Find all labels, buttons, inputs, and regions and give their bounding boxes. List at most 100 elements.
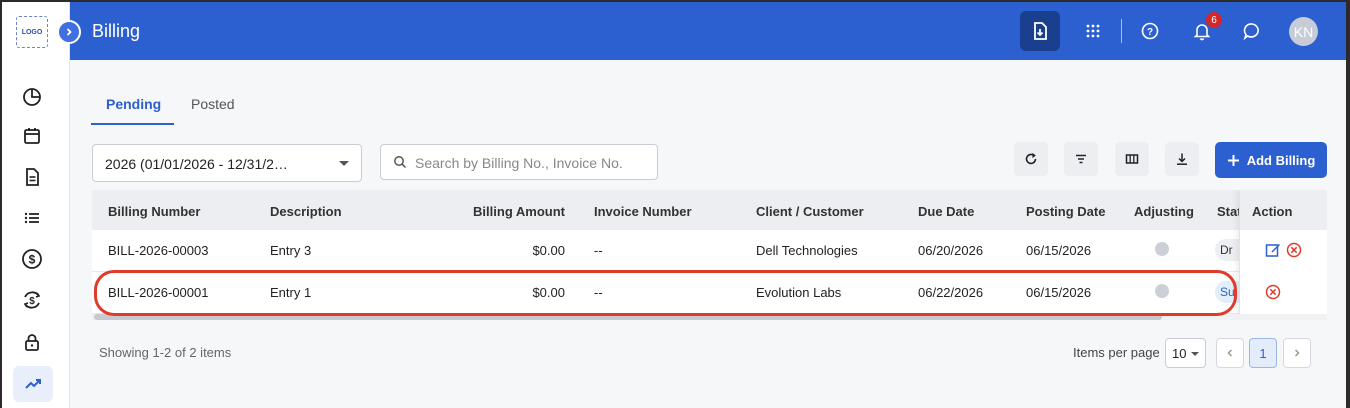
sidebar-item-exchange[interactable]: $ [20, 288, 44, 312]
column-header-due-date[interactable]: Due Date [918, 204, 974, 219]
next-page-button[interactable] [1283, 338, 1311, 368]
refresh-button[interactable] [1014, 142, 1048, 176]
cell-client: Dell Technologies [756, 243, 858, 258]
dollar-circle-icon: $ [22, 249, 42, 269]
sidebar-item-documents[interactable] [20, 165, 44, 189]
items-per-page-label: Items per page [1073, 345, 1160, 360]
add-billing-button[interactable]: Add Billing [1215, 142, 1327, 178]
document-icon [26, 168, 39, 186]
column-header-billing-number[interactable]: Billing Number [108, 204, 200, 219]
cell-billing-amount: $0.00 [532, 243, 565, 258]
sidebar-item-list[interactable] [20, 206, 44, 230]
sidebar-item-dashboard[interactable] [20, 85, 44, 109]
column-header-posting-date[interactable]: Posting Date [1026, 204, 1105, 219]
chat-button[interactable] [1232, 11, 1272, 51]
column-header-description[interactable]: Description [270, 204, 342, 219]
cancel-icon[interactable] [1286, 242, 1302, 258]
export-file-button[interactable] [1020, 11, 1060, 51]
page-button-current[interactable]: 1 [1249, 338, 1277, 368]
sidebar-item-calendar[interactable] [20, 124, 44, 148]
column-header-invoice-number[interactable]: Invoice Number [594, 204, 692, 219]
chat-bubble-icon [1243, 23, 1259, 41]
prev-page-button[interactable] [1216, 338, 1244, 368]
lock-icon [25, 334, 39, 351]
tab-pending[interactable]: Pending [106, 96, 161, 112]
help-button[interactable]: ? [1130, 11, 1170, 51]
adjusting-indicator [1155, 284, 1169, 298]
cell-invoice-number: -- [594, 243, 603, 258]
billing-table: Billing Number Description Billing Amoun… [92, 190, 1327, 320]
cell-client: Evolution Labs [756, 285, 842, 300]
year-select[interactable]: 2026 (01/01/2026 - 12/31/2… [92, 144, 362, 182]
items-per-page-value: 10 [1172, 346, 1187, 361]
cell-due-date: 06/22/2026 [918, 285, 984, 300]
svg-text:?: ? [1147, 27, 1153, 38]
cell-description: Entry 3 [270, 243, 312, 258]
apps-grid-icon [1086, 24, 1100, 38]
cell-billing-amount: $0.00 [532, 285, 565, 300]
sidebar-expand-button[interactable] [57, 20, 81, 44]
caret-down-icon [339, 161, 349, 166]
toolbar-divider [1121, 19, 1122, 43]
action-column: Action [1239, 190, 1327, 314]
refresh-icon [1025, 153, 1037, 165]
search-input[interactable] [415, 153, 651, 173]
cell-posting-date: 06/15/2026 [1026, 285, 1092, 300]
horizontal-scrollbar[interactable] [92, 314, 1327, 320]
app-frame: LOGO $ $ Billing ? 6 KN Pending Posted 2… [2, 2, 1346, 408]
cell-due-date: 06/20/2026 [918, 243, 984, 258]
chevron-right-icon [66, 28, 72, 36]
top-bar: Billing ? 6 KN [70, 2, 1346, 60]
file-download-icon [1034, 22, 1047, 40]
columns-button[interactable] [1115, 142, 1149, 176]
table-row[interactable]: BILL-2026-00003 Entry 3 $0.00 -- Dell Te… [92, 230, 1327, 272]
sidebar-item-security[interactable] [20, 330, 44, 354]
column-header-client[interactable]: Client / Customer [756, 204, 864, 219]
svg-text:$: $ [29, 253, 36, 267]
filter-button[interactable] [1064, 142, 1098, 176]
calendar-icon [24, 128, 40, 144]
column-header-status[interactable]: Stat [1217, 204, 1242, 219]
column-header-action: Action [1252, 204, 1293, 219]
download-button[interactable] [1165, 142, 1199, 176]
search-icon [394, 156, 407, 169]
active-tab-indicator [91, 123, 174, 125]
tab-posted[interactable]: Posted [191, 96, 235, 112]
year-select-value: 2026 (01/01/2026 - 12/31/2… [105, 156, 288, 172]
filter-icon [1076, 154, 1086, 164]
page-title: Billing [92, 21, 141, 41]
edit-icon[interactable] [1265, 242, 1281, 258]
columns-icon [1125, 154, 1139, 164]
sidebar-item-billing[interactable]: $ [20, 247, 44, 271]
pie-chart-icon [23, 88, 41, 106]
chevron-right-icon [1294, 349, 1300, 357]
cell-posting-date: 06/15/2026 [1026, 243, 1092, 258]
items-per-page-select[interactable]: 10 [1165, 338, 1206, 368]
table-row[interactable]: BILL-2026-00001 Entry 1 $0.00 -- Evoluti… [92, 272, 1327, 314]
download-icon [1177, 153, 1187, 165]
svg-text:$: $ [29, 296, 35, 307]
trending-up-icon [25, 379, 41, 389]
notification-badge: 6 [1206, 12, 1222, 28]
cell-billing-number: BILL-2026-00003 [108, 243, 209, 258]
cell-invoice-number: -- [594, 285, 603, 300]
avatar[interactable]: KN [1289, 17, 1318, 46]
apps-button[interactable] [1073, 11, 1113, 51]
column-header-adjusting[interactable]: Adjusting [1134, 204, 1194, 219]
cell-billing-number: BILL-2026-00001 [108, 285, 209, 300]
adjusting-indicator [1155, 242, 1169, 256]
app-logo[interactable]: LOGO [16, 16, 48, 48]
column-header-billing-amount[interactable]: Billing Amount [465, 204, 565, 219]
cancel-icon[interactable] [1265, 284, 1281, 300]
sidebar: LOGO $ $ [2, 2, 70, 408]
help-icon: ? [1141, 22, 1159, 40]
add-billing-label: Add Billing [1246, 152, 1316, 168]
caret-down-icon [1191, 352, 1199, 356]
list-icon [24, 212, 39, 224]
scrollbar-thumb[interactable] [94, 314, 1162, 320]
cell-description: Entry 1 [270, 285, 312, 300]
sidebar-item-reports[interactable] [13, 366, 53, 402]
items-count-label: Showing 1-2 of 2 items [99, 345, 232, 360]
chevron-left-icon [1227, 349, 1233, 357]
plus-icon [1227, 154, 1239, 166]
